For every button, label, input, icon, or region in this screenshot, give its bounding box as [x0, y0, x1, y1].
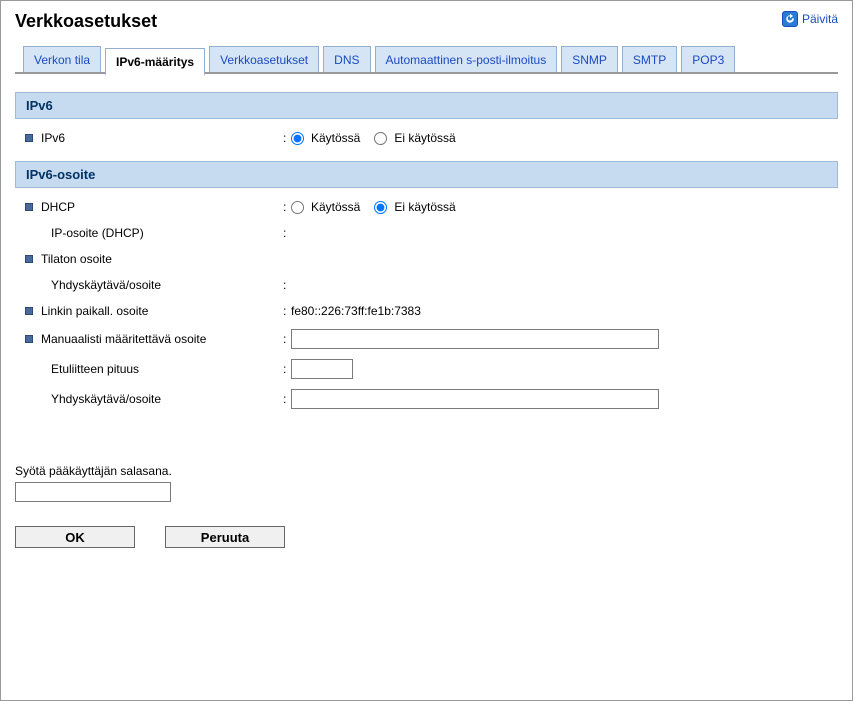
- bullet-icon: [25, 203, 33, 211]
- section-header-ipv6: IPv6: [15, 92, 838, 119]
- value-link-local: fe80::226:73ff:fe1b:7383: [291, 304, 421, 318]
- colon: :: [283, 200, 291, 214]
- ok-button[interactable]: OK: [15, 526, 135, 548]
- label-link-local: Linkin paikall. osoite: [41, 304, 148, 318]
- colon: :: [283, 362, 291, 376]
- tab-dns[interactable]: DNS: [323, 46, 370, 72]
- tab-bar: Verkon tila IPv6-määritys Verkkoasetukse…: [15, 46, 838, 74]
- label-ip-dhcp: IP-osoite (DHCP): [51, 226, 144, 240]
- radio-dhcp-enabled-input[interactable]: [291, 201, 304, 214]
- bullet-icon: [25, 307, 33, 315]
- bullet-icon: [25, 134, 33, 142]
- cancel-button[interactable]: Peruuta: [165, 526, 285, 548]
- radio-dhcp-disabled-input[interactable]: [374, 201, 387, 214]
- input-gateway-address[interactable]: [291, 389, 659, 409]
- radio-dhcp-enabled[interactable]: Käytössä: [291, 200, 360, 214]
- colon: :: [283, 131, 291, 145]
- colon: :: [283, 304, 291, 318]
- tab-auto-mail[interactable]: Automaattinen s-posti-ilmoitus: [375, 46, 558, 72]
- label-gateway-addr: Yhdyskäytävä/osoite: [51, 278, 161, 292]
- radio-ipv6-enabled-input[interactable]: [291, 132, 304, 145]
- refresh-link[interactable]: Päivitä: [782, 11, 838, 27]
- label-ipv6: IPv6: [41, 131, 65, 145]
- colon: :: [283, 392, 291, 406]
- colon: :: [283, 226, 291, 240]
- radio-ipv6-disabled-input[interactable]: [374, 132, 387, 145]
- colon: :: [283, 278, 291, 292]
- section-header-ipv6-address: IPv6-osoite: [15, 161, 838, 188]
- tab-ipv6-maaritys[interactable]: IPv6-määritys: [105, 48, 205, 76]
- radio-disabled-label: Ei käytössä: [394, 131, 455, 145]
- radio-ipv6-enabled[interactable]: Käytössä: [291, 131, 360, 145]
- label-prefix: Etuliitteen pituus: [51, 362, 139, 376]
- admin-password-input[interactable]: [15, 482, 171, 502]
- radio-enabled-label: Käytössä: [311, 131, 360, 145]
- bullet-icon: [25, 255, 33, 263]
- radio-enabled-label: Käytössä: [311, 200, 360, 214]
- label-stateless: Tilaton osoite: [41, 252, 112, 266]
- bullet-icon: [25, 335, 33, 343]
- label-dhcp: DHCP: [41, 200, 75, 214]
- tab-snmp[interactable]: SNMP: [561, 46, 618, 72]
- input-prefix-length[interactable]: [291, 359, 353, 379]
- radio-dhcp-disabled[interactable]: Ei käytössä: [374, 200, 455, 214]
- tab-smtp[interactable]: SMTP: [622, 46, 677, 72]
- tab-pop3[interactable]: POP3: [681, 46, 735, 72]
- input-manual-address[interactable]: [291, 329, 659, 349]
- refresh-label: Päivitä: [802, 12, 838, 26]
- password-prompt: Syötä pääkäyttäjän salasana.: [15, 464, 838, 478]
- colon: :: [283, 332, 291, 346]
- page-title: Verkkoasetukset: [15, 11, 157, 32]
- tab-verkkoasetukset[interactable]: Verkkoasetukset: [209, 46, 319, 72]
- refresh-icon: [782, 11, 798, 27]
- label-gateway2: Yhdyskäytävä/osoite: [51, 392, 161, 406]
- label-manual: Manuaalisti määritettävä osoite: [41, 332, 206, 346]
- tab-verkon-tila[interactable]: Verkon tila: [23, 46, 101, 72]
- radio-ipv6-disabled[interactable]: Ei käytössä: [374, 131, 455, 145]
- radio-disabled-label: Ei käytössä: [394, 200, 455, 214]
